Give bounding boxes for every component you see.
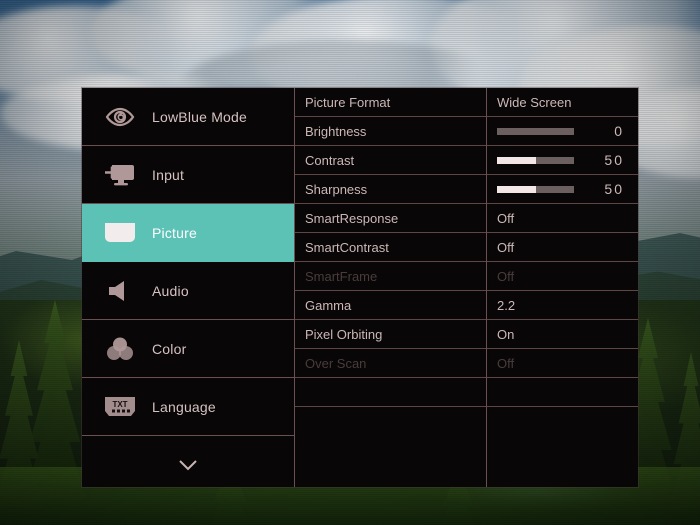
brightness-slider[interactable] — [497, 127, 574, 135]
value-smartcontrast[interactable]: Off — [487, 233, 638, 262]
menu-item-smartresponse[interactable]: SmartResponse — [295, 204, 486, 233]
menu-item-sharpness[interactable]: Sharpness — [295, 175, 486, 204]
sidebar-item-color[interactable]: Color — [82, 320, 294, 378]
menu-item-empty — [295, 378, 486, 407]
contrast-value: 50 — [604, 152, 624, 168]
sidebar-item-audio[interactable]: Audio — [82, 262, 294, 320]
sidebar-item-input[interactable]: Input — [82, 146, 294, 204]
value-text: 2.2 — [497, 297, 516, 313]
sidebar-scroll-down-button[interactable] — [82, 436, 294, 494]
menu-item-label: Picture Format — [305, 94, 391, 110]
value-text: On — [497, 326, 515, 342]
sharpness-value: 50 — [604, 181, 624, 197]
menu-item-label: Brightness — [305, 123, 367, 139]
sharpness-slider[interactable] — [497, 185, 574, 193]
sidebar-item-label: Picture — [152, 224, 197, 241]
menu-item-label: SmartContrast — [305, 239, 389, 255]
eye-icon — [100, 107, 140, 127]
sidebar-item-label: Audio — [152, 282, 189, 299]
osd-sidebar: LowBlue Mode Input Picture Audio Color T… — [82, 88, 295, 487]
osd-menu-list: Picture Format Brightness Contrast Sharp… — [295, 88, 487, 487]
value-pixel-orbiting[interactable]: On — [487, 320, 638, 349]
value-over-scan: Off — [487, 349, 638, 378]
input-icon — [100, 162, 140, 188]
sidebar-item-label: LowBlue Mode — [152, 108, 248, 125]
menu-item-picture-format[interactable]: Picture Format — [295, 88, 486, 117]
value-text: Off — [497, 355, 515, 371]
sidebar-item-language[interactable]: TXT Language — [82, 378, 294, 436]
menu-item-label: Sharpness — [305, 181, 368, 197]
value-empty — [487, 407, 638, 436]
contrast-slider[interactable] — [497, 156, 574, 164]
speaker-icon — [100, 279, 140, 303]
value-contrast[interactable]: 50 — [487, 146, 638, 175]
value-text: Off — [497, 268, 515, 284]
color-icon — [100, 336, 140, 362]
sidebar-item-label: Color — [152, 340, 187, 357]
menu-item-label: Gamma — [305, 297, 352, 313]
menu-item-brightness[interactable]: Brightness — [295, 117, 486, 146]
menu-item-label: SmartResponse — [305, 210, 399, 226]
menu-item-over-scan: Over Scan — [295, 349, 486, 378]
menu-item-label: SmartFrame — [305, 268, 378, 284]
value-text: Wide Screen — [497, 94, 572, 110]
value-sharpness[interactable]: 50 — [487, 175, 638, 204]
menu-item-empty — [295, 407, 486, 436]
sidebar-item-lowblue-mode[interactable]: LowBlue Mode — [82, 88, 294, 146]
menu-item-smartframe: SmartFrame — [295, 262, 486, 291]
picture-icon — [100, 221, 140, 245]
brightness-value: 0 — [614, 123, 624, 139]
value-smartresponse[interactable]: Off — [487, 204, 638, 233]
osd-menu-panel: LowBlue Mode Input Picture Audio Color T… — [82, 88, 638, 487]
menu-item-label: Contrast — [305, 152, 355, 168]
sidebar-item-picture[interactable]: Picture — [82, 204, 294, 262]
svg-text:TXT: TXT — [112, 400, 127, 409]
menu-item-label: Pixel Orbiting — [305, 326, 383, 342]
value-text: Off — [497, 239, 515, 255]
sidebar-item-label: Input — [152, 166, 185, 183]
chevron-down-icon — [168, 459, 208, 471]
menu-item-gamma[interactable]: Gamma — [295, 291, 486, 320]
menu-item-label: Over Scan — [305, 355, 367, 371]
osd-value-list: Wide Screen 0 50 50 Off Off Off 2.2 On O… — [487, 88, 638, 487]
value-empty — [487, 378, 638, 407]
menu-item-contrast[interactable]: Contrast — [295, 146, 486, 175]
txt-icon: TXT — [100, 395, 140, 419]
menu-item-smartcontrast[interactable]: SmartContrast — [295, 233, 486, 262]
value-text: Off — [497, 210, 515, 226]
value-gamma[interactable]: 2.2 — [487, 291, 638, 320]
menu-item-pixel-orbiting[interactable]: Pixel Orbiting — [295, 320, 486, 349]
value-smartframe: Off — [487, 262, 638, 291]
sidebar-item-label: Language — [152, 398, 216, 415]
value-picture-format[interactable]: Wide Screen — [487, 88, 638, 117]
value-brightness[interactable]: 0 — [487, 117, 638, 146]
